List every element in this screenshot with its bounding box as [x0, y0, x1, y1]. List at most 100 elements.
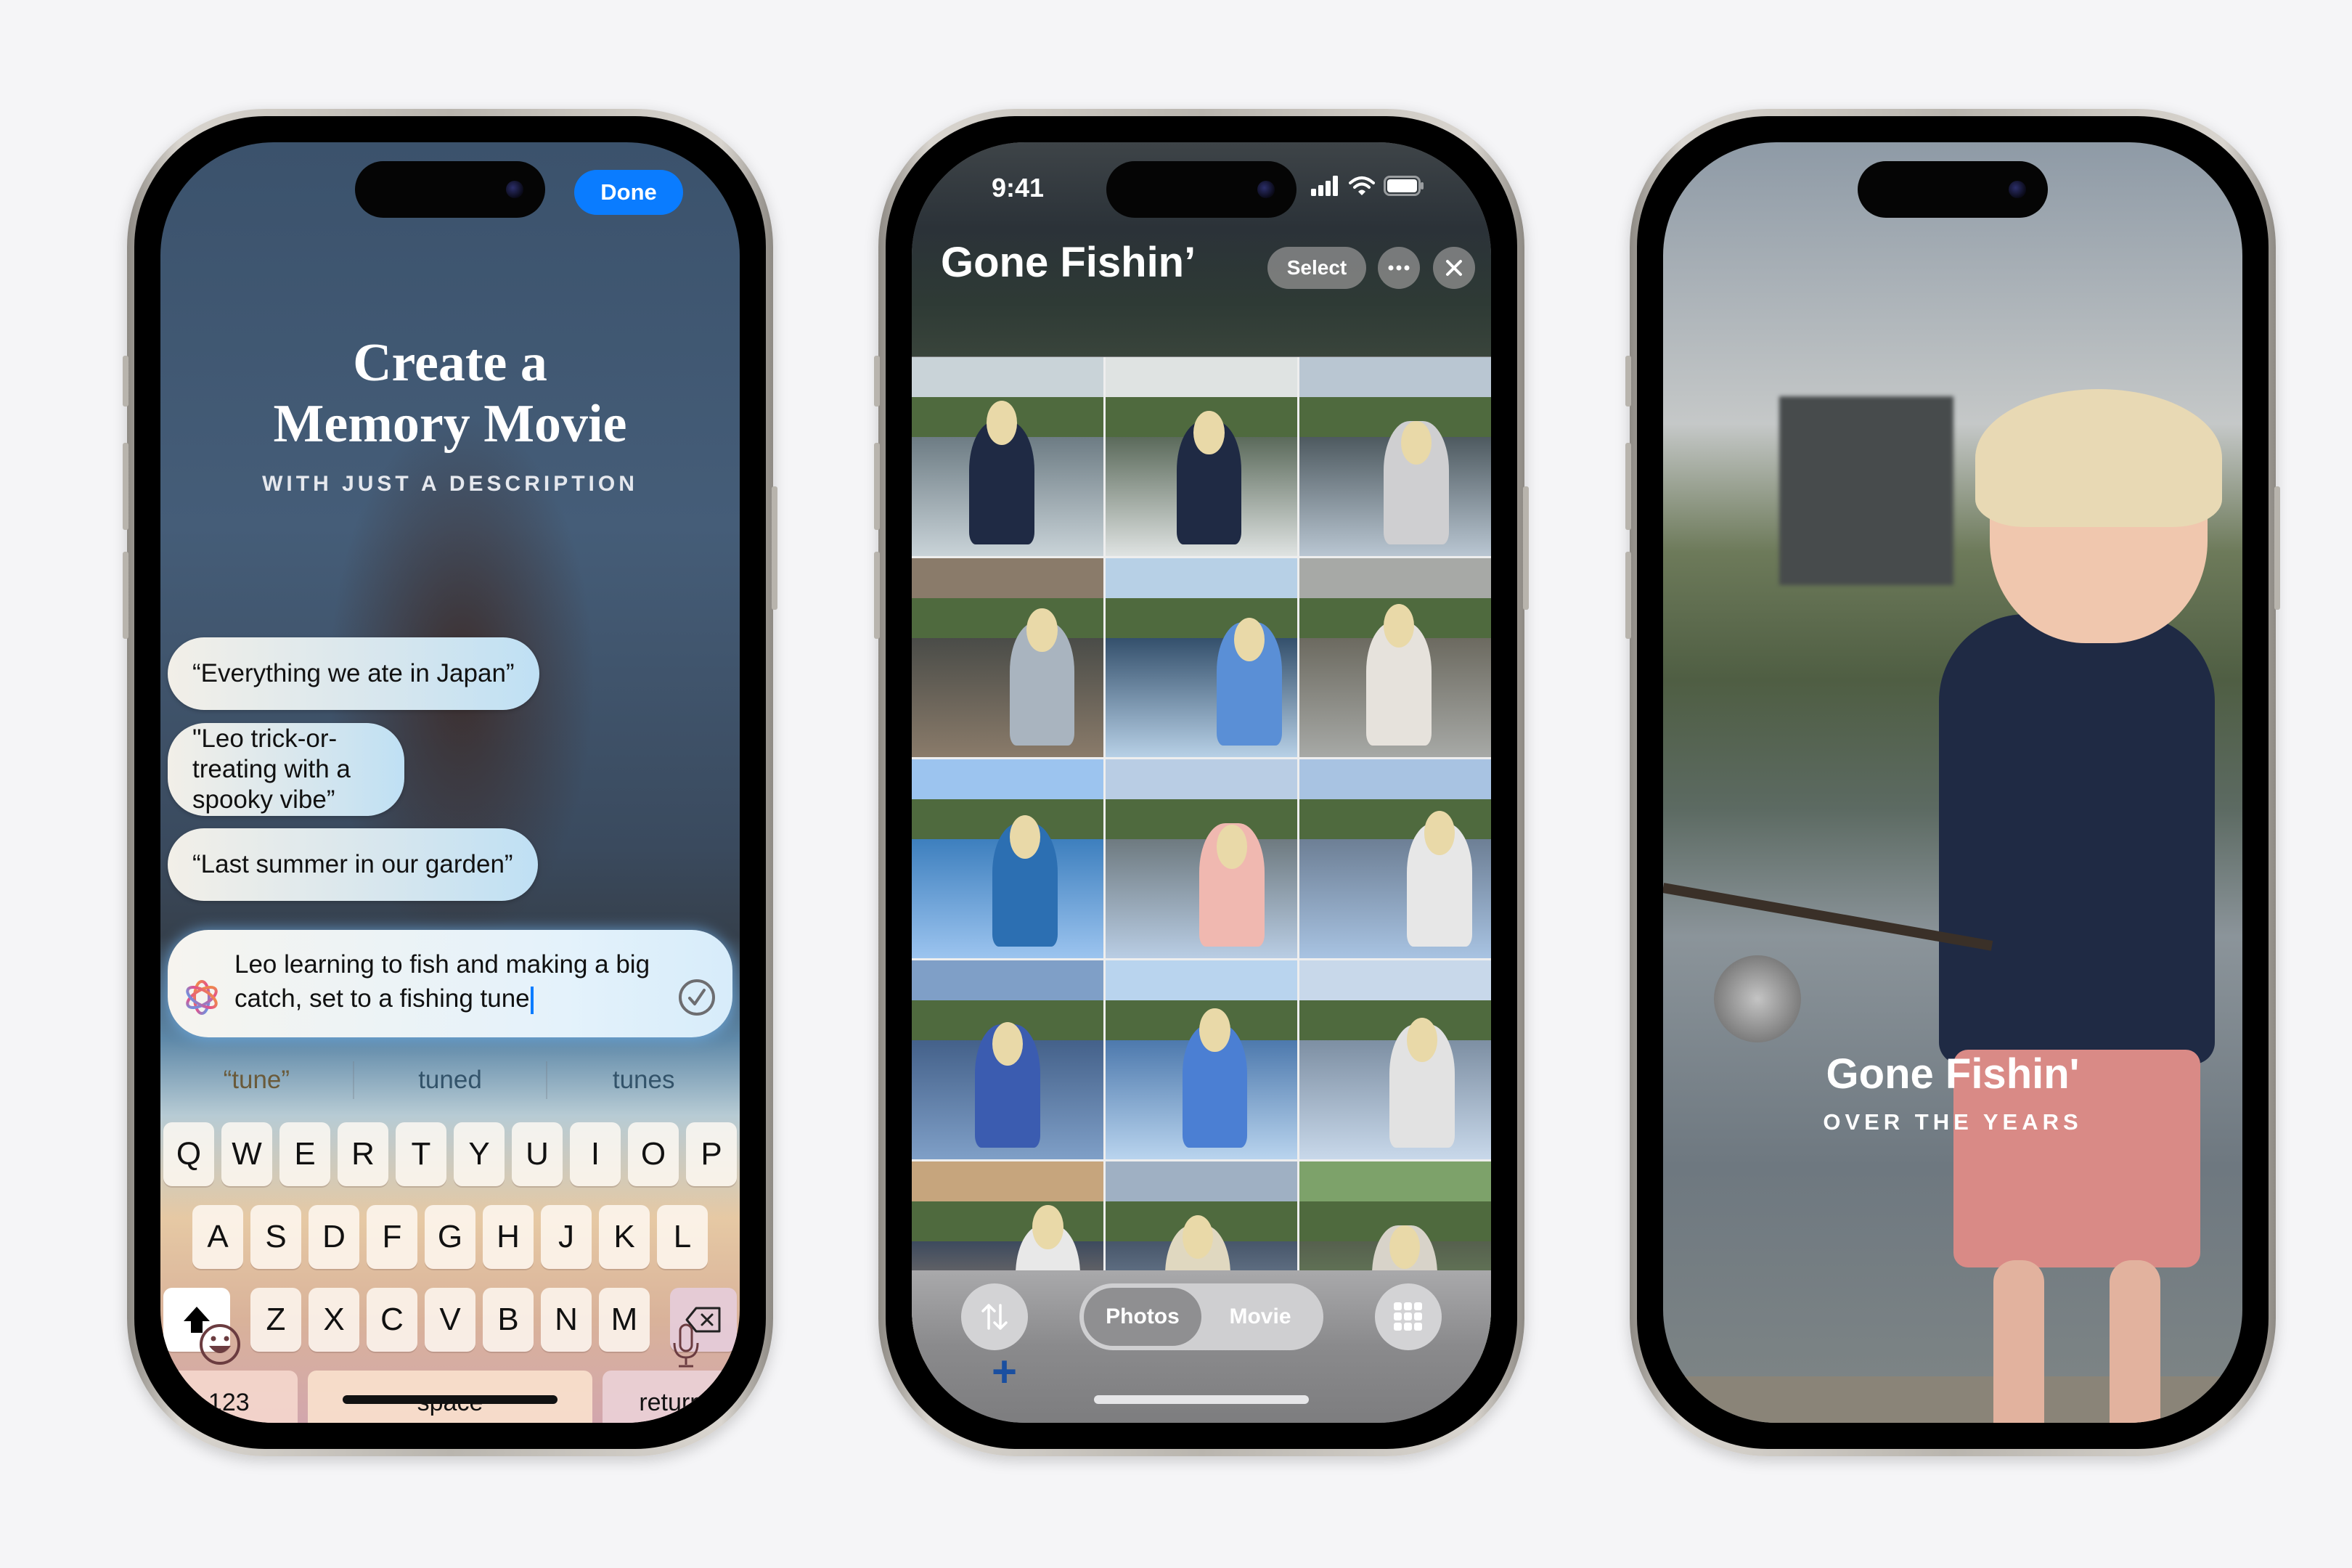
select-button[interactable]: Select	[1267, 247, 1366, 289]
key-c[interactable]: C	[367, 1288, 417, 1352]
volume-up-button	[874, 443, 880, 530]
photo-trees	[1106, 799, 1297, 844]
key-r[interactable]: R	[338, 1122, 388, 1186]
key-g[interactable]: G	[425, 1205, 475, 1269]
key-m[interactable]: M	[599, 1288, 650, 1352]
action-button	[123, 356, 128, 407]
key-s[interactable]: S	[250, 1205, 301, 1269]
key-f[interactable]: F	[367, 1205, 417, 1269]
example-prompt-chip[interactable]: “Last summer in our garden”	[168, 828, 538, 901]
apple-intelligence-icon	[186, 980, 218, 1015]
chip-label: "Leo trick-or-treating with a spooky vib…	[192, 724, 351, 814]
suggestion-item[interactable]: tuned	[354, 1058, 547, 1102]
example-prompt-chip[interactable]: “Everything we ate in Japan”	[168, 637, 539, 710]
dynamic-island	[355, 161, 545, 218]
photo-thumbnail[interactable]	[1106, 558, 1297, 757]
grid-button[interactable]	[1375, 1283, 1442, 1350]
photo-person-head	[1389, 1225, 1421, 1269]
key-e[interactable]: E	[279, 1122, 330, 1186]
photo-thumbnail[interactable]	[1299, 558, 1491, 757]
key-k[interactable]: K	[599, 1205, 650, 1269]
predictive-text-bar: “tune” tuned tunes	[160, 1058, 740, 1102]
photo-thumbnail[interactable]	[912, 759, 1103, 958]
photo-thumbnail[interactable]	[1299, 759, 1491, 958]
grid-icon	[1394, 1302, 1422, 1331]
suggestion-item[interactable]: “tune”	[160, 1058, 353, 1102]
photo-person-head	[1009, 814, 1040, 859]
done-button[interactable]: Done	[574, 170, 683, 215]
microphone-icon[interactable]	[670, 1323, 702, 1369]
key-u[interactable]: U	[512, 1122, 563, 1186]
key-n[interactable]: N	[541, 1288, 592, 1352]
key-v[interactable]: V	[425, 1288, 475, 1352]
view-segmented-control: Photos Movie	[1079, 1283, 1323, 1350]
photo-thumbnail[interactable]	[1106, 357, 1297, 556]
volume-down-button	[123, 552, 128, 639]
key-h[interactable]: H	[483, 1205, 534, 1269]
status-time: 9:41	[992, 173, 1045, 203]
photo-person-head	[1182, 1214, 1213, 1259]
photo-thumbnail[interactable]	[1299, 357, 1491, 556]
fishing-reel	[1714, 955, 1801, 1042]
photo-thumbnail[interactable]	[912, 357, 1103, 556]
photo-thumbnail[interactable]	[1106, 759, 1297, 958]
volume-up-button	[1625, 443, 1631, 530]
example-prompt-chip[interactable]: "Leo trick-or-treating with a spooky vib…	[168, 723, 404, 816]
key-y[interactable]: Y	[454, 1122, 505, 1186]
key-p[interactable]: P	[686, 1122, 737, 1186]
photo-person-head	[1193, 410, 1225, 455]
boy-shirt	[1939, 614, 2215, 1064]
phone-memory-movie-playback: Gone Fishin' OVER THE YEARS	[1625, 109, 2280, 1456]
status-icons	[1311, 176, 1424, 196]
key-j[interactable]: J	[541, 1205, 592, 1269]
photo-thumbnail[interactable]	[1299, 960, 1491, 1159]
photo-trees	[912, 1201, 1103, 1246]
title-line-2: Memory Movie	[273, 394, 627, 454]
photo-person-head	[1217, 825, 1248, 869]
boy-hair	[1975, 389, 2222, 527]
plus-icon[interactable]: +	[992, 1350, 1017, 1394]
bezel: Done Create a Memory Movie WITH JUST A D…	[134, 116, 766, 1449]
movie-player[interactable]: Gone Fishin' OVER THE YEARS	[1663, 142, 2242, 1423]
segment-photos[interactable]: Photos	[1084, 1288, 1201, 1346]
key-z[interactable]: Z	[250, 1288, 301, 1352]
bezel: 9:41 Gone Fishin’ Select + Photos Movie	[886, 116, 1517, 1449]
boy-leg	[1993, 1260, 2044, 1423]
more-button[interactable]	[1378, 247, 1420, 289]
movie-subtitle: OVER THE YEARS	[1823, 1109, 2083, 1135]
photo-thumbnail[interactable]	[912, 960, 1103, 1159]
home-indicator[interactable]	[1094, 1395, 1309, 1404]
key-d[interactable]: D	[309, 1205, 359, 1269]
photo-thumbnail[interactable]	[912, 558, 1103, 757]
description-input[interactable]: Leo learning to fish and making a big ca…	[168, 930, 732, 1037]
screen: Done Create a Memory Movie WITH JUST A D…	[160, 142, 740, 1423]
key-q[interactable]: Q	[163, 1122, 214, 1186]
key-o[interactable]: O	[628, 1122, 679, 1186]
numbers-key[interactable]: 123	[160, 1371, 298, 1423]
key-x[interactable]: X	[309, 1288, 359, 1352]
photo-thumbnail[interactable]	[1106, 960, 1297, 1159]
page-title: Create a Memory Movie	[160, 332, 740, 454]
photo-person-head	[1026, 608, 1058, 652]
photo-person-head	[1400, 420, 1432, 465]
key-i[interactable]: I	[570, 1122, 621, 1186]
sort-button[interactable]	[961, 1283, 1028, 1350]
photo-person-head	[986, 401, 1018, 445]
camera-icon	[1257, 181, 1275, 198]
emoji-icon[interactable]	[198, 1323, 242, 1366]
close-button[interactable]	[1433, 247, 1475, 289]
bezel: Gone Fishin' OVER THE YEARS	[1637, 116, 2269, 1449]
suggestion-item[interactable]: tunes	[547, 1058, 740, 1102]
side-button	[1523, 486, 1529, 610]
home-indicator[interactable]	[343, 1395, 558, 1404]
key-t[interactable]: T	[396, 1122, 446, 1186]
key-a[interactable]: A	[192, 1205, 243, 1269]
checkmark-circle-icon[interactable]	[677, 978, 716, 1017]
key-l[interactable]: L	[657, 1205, 708, 1269]
key-w[interactable]: W	[221, 1122, 272, 1186]
wifi-icon	[1349, 176, 1375, 195]
return-key[interactable]: return	[603, 1371, 740, 1423]
segment-movie[interactable]: Movie	[1201, 1288, 1319, 1346]
key-b[interactable]: B	[483, 1288, 534, 1352]
photo-person-head	[1406, 1018, 1438, 1062]
